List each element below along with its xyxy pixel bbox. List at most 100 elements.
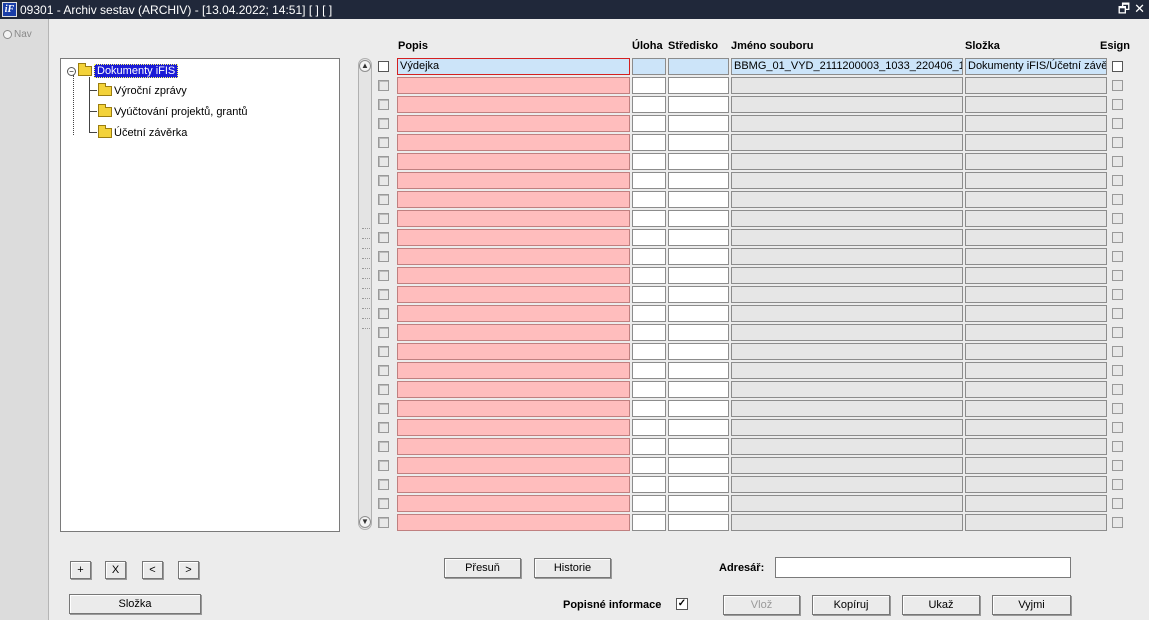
row-select-checkbox[interactable] xyxy=(378,270,389,281)
cell-popis[interactable] xyxy=(397,172,630,189)
cell-stredisko[interactable] xyxy=(668,343,729,360)
row-select-checkbox[interactable] xyxy=(378,422,389,433)
row-select-checkbox[interactable] xyxy=(378,118,389,129)
cell-jmeno-souboru[interactable] xyxy=(731,419,963,436)
cell-jmeno-souboru[interactable] xyxy=(731,210,963,227)
cell-stredisko[interactable] xyxy=(668,210,729,227)
cell-stredisko[interactable] xyxy=(668,457,729,474)
esign-checkbox[interactable] xyxy=(1112,384,1123,395)
vloz-button[interactable]: Vlož xyxy=(723,595,800,615)
collapse-toggle-icon[interactable]: − xyxy=(67,66,76,76)
scroll-down-icon[interactable]: ▼ xyxy=(359,516,371,528)
row-select-checkbox[interactable] xyxy=(378,251,389,262)
cell-popis[interactable] xyxy=(397,286,630,303)
cell-jmeno-souboru[interactable] xyxy=(731,438,963,455)
cell-popis[interactable] xyxy=(397,191,630,208)
esign-checkbox[interactable] xyxy=(1112,213,1123,224)
cell-stredisko[interactable] xyxy=(668,400,729,417)
cell-slozka[interactable] xyxy=(965,191,1107,208)
cell-popis[interactable] xyxy=(397,457,630,474)
esign-checkbox[interactable] xyxy=(1112,118,1123,129)
cell-slozka[interactable] xyxy=(965,476,1107,493)
cell-stredisko[interactable] xyxy=(668,248,729,265)
esign-checkbox[interactable] xyxy=(1112,346,1123,357)
cell-uloha[interactable] xyxy=(632,362,666,379)
cell-slozka[interactable] xyxy=(965,286,1107,303)
esign-checkbox[interactable] xyxy=(1112,175,1123,186)
esign-checkbox[interactable] xyxy=(1112,308,1123,319)
cell-jmeno-souboru[interactable] xyxy=(731,457,963,474)
cell-uloha[interactable] xyxy=(632,457,666,474)
esign-checkbox[interactable] xyxy=(1112,61,1123,72)
cell-popis[interactable] xyxy=(397,324,630,341)
cell-uloha[interactable] xyxy=(632,343,666,360)
cell-jmeno-souboru[interactable] xyxy=(731,514,963,531)
ukaz-button[interactable]: Ukaž xyxy=(902,595,980,615)
row-select-checkbox[interactable] xyxy=(378,403,389,414)
cell-popis[interactable] xyxy=(397,476,630,493)
remove-folder-button[interactable]: X xyxy=(105,561,126,579)
row-select-checkbox[interactable] xyxy=(378,80,389,91)
vyjmi-button[interactable]: Vyjmi xyxy=(992,595,1071,615)
cell-slozka[interactable] xyxy=(965,96,1107,113)
esign-checkbox[interactable] xyxy=(1112,289,1123,300)
cell-jmeno-souboru[interactable] xyxy=(731,115,963,132)
row-select-checkbox[interactable] xyxy=(378,308,389,319)
cell-slozka[interactable] xyxy=(965,134,1107,151)
row-select-checkbox[interactable] xyxy=(378,175,389,186)
cell-jmeno-souboru[interactable] xyxy=(731,153,963,170)
cell-jmeno-souboru[interactable] xyxy=(731,286,963,303)
row-select-checkbox[interactable] xyxy=(378,517,389,528)
cell-jmeno-souboru[interactable] xyxy=(731,476,963,493)
cell-jmeno-souboru[interactable] xyxy=(731,172,963,189)
row-select-checkbox[interactable] xyxy=(378,99,389,110)
cell-stredisko[interactable] xyxy=(668,305,729,322)
cell-popis[interactable] xyxy=(397,77,630,94)
esign-checkbox[interactable] xyxy=(1112,365,1123,376)
cell-slozka[interactable] xyxy=(965,343,1107,360)
add-folder-button[interactable]: + xyxy=(70,561,91,579)
row-select-checkbox[interactable] xyxy=(378,365,389,376)
cell-stredisko[interactable] xyxy=(668,115,729,132)
esign-checkbox[interactable] xyxy=(1112,460,1123,471)
cell-slozka[interactable] xyxy=(965,400,1107,417)
cell-slozka[interactable] xyxy=(965,495,1107,512)
cell-slozka[interactable] xyxy=(965,419,1107,436)
cell-slozka[interactable]: Dokumenty iFIS/Účetní závěrk xyxy=(965,58,1107,75)
cell-uloha[interactable] xyxy=(632,400,666,417)
tree-node-vyrocni[interactable]: Výroční zprávy xyxy=(98,83,187,97)
cell-jmeno-souboru[interactable] xyxy=(731,343,963,360)
cell-uloha[interactable] xyxy=(632,286,666,303)
cell-uloha[interactable] xyxy=(632,191,666,208)
cell-stredisko[interactable] xyxy=(668,191,729,208)
cell-slozka[interactable] xyxy=(965,172,1107,189)
cell-stredisko[interactable] xyxy=(668,267,729,284)
cell-popis[interactable] xyxy=(397,153,630,170)
cell-uloha[interactable] xyxy=(632,77,666,94)
cell-slozka[interactable] xyxy=(965,267,1107,284)
esign-checkbox[interactable] xyxy=(1112,270,1123,281)
slozka-button[interactable]: Složka xyxy=(69,594,201,614)
cell-popis[interactable]: Výdejka xyxy=(397,58,630,75)
cell-stredisko[interactable] xyxy=(668,153,729,170)
cell-uloha[interactable] xyxy=(632,115,666,132)
esign-checkbox[interactable] xyxy=(1112,80,1123,91)
scroll-up-icon[interactable]: ▲ xyxy=(359,60,371,72)
cell-jmeno-souboru[interactable] xyxy=(731,305,963,322)
cell-popis[interactable] xyxy=(397,305,630,322)
move-left-button[interactable]: < xyxy=(142,561,163,579)
cell-uloha[interactable] xyxy=(632,495,666,512)
cell-uloha[interactable] xyxy=(632,476,666,493)
row-select-checkbox[interactable] xyxy=(378,384,389,395)
presun-button[interactable]: Přesuň xyxy=(444,558,521,578)
cell-popis[interactable] xyxy=(397,96,630,113)
cell-stredisko[interactable] xyxy=(668,77,729,94)
cell-stredisko[interactable] xyxy=(668,134,729,151)
esign-checkbox[interactable] xyxy=(1112,156,1123,167)
cell-uloha[interactable] xyxy=(632,210,666,227)
esign-checkbox[interactable] xyxy=(1112,99,1123,110)
nav-toggle[interactable]: Nav xyxy=(3,29,32,40)
tree-node-root[interactable]: − Dokumenty iFIS xyxy=(67,63,179,78)
esign-checkbox[interactable] xyxy=(1112,498,1123,509)
row-select-checkbox[interactable] xyxy=(378,441,389,452)
